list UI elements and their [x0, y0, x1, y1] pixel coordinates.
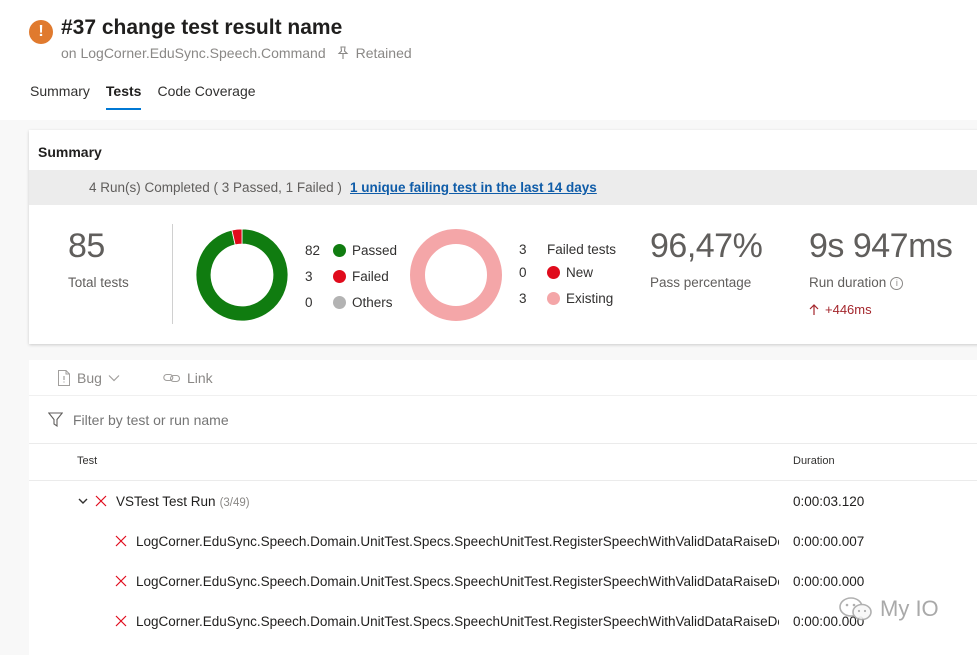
link-button-label: Link: [187, 370, 213, 386]
chevron-down-icon[interactable]: [78, 496, 88, 506]
passed-label: Passed: [352, 243, 398, 258]
runs-completed-text: 4 Run(s) Completed ( 3 Passed, 1 Failed …: [89, 180, 342, 195]
total-tests-value: 85: [68, 227, 105, 265]
others-dot-icon: [333, 296, 346, 309]
existing-label: Existing: [566, 291, 614, 306]
failed-x-icon: [115, 535, 127, 547]
test-run-name-wrap: VSTest Test Run (3/49): [116, 494, 250, 509]
info-icon[interactable]: i: [890, 276, 904, 290]
pin-icon: [337, 46, 348, 59]
failed-x-icon: [115, 575, 127, 587]
test-duration: 0:00:00.007: [793, 534, 865, 549]
run-status-bar: 4 Run(s) Completed ( 3 Passed, 1 Failed …: [29, 170, 977, 205]
legend-new: 0 New: [519, 265, 593, 280]
legend-existing: 3 Existing: [519, 291, 613, 306]
run-duration-label-wrap: Run duration i: [809, 275, 904, 290]
document-icon: [58, 370, 70, 386]
pass-percentage-value: 96,47%: [650, 227, 763, 265]
tab-code-coverage[interactable]: Code Coverage: [157, 83, 255, 110]
failed-tests-count: 3: [519, 242, 527, 257]
passed-count: 82: [305, 243, 321, 258]
test-name: LogCorner.EduSync.Speech.Domain.UnitTest…: [136, 614, 779, 629]
duration-delta-value: +446ms: [825, 302, 872, 317]
run-duration-value: 9s 947ms: [809, 227, 953, 265]
watermark: My IO: [838, 595, 939, 623]
column-header-duration[interactable]: Duration: [793, 455, 835, 467]
failed-x-icon: [115, 615, 127, 627]
test-run-row[interactable]: VSTest Test Run (3/49) 0:00:03.120: [29, 482, 977, 522]
others-label: Others: [352, 295, 393, 310]
page-header: ! #37 change test result name on LogCorn…: [0, 0, 977, 120]
test-name: LogCorner.EduSync.Speech.Domain.UnitTest…: [136, 534, 779, 549]
outcome-donut-chart: [195, 228, 289, 322]
link-button[interactable]: Link: [163, 370, 213, 386]
test-row[interactable]: LogCorner.EduSync.Speech.Domain.UnitTest…: [29, 522, 977, 562]
filter-icon: [48, 412, 63, 427]
existing-count: 3: [519, 291, 527, 306]
legend-passed: 82 Passed: [305, 243, 397, 258]
legend-failed-tests: 3 Failed tests: [519, 242, 616, 257]
run-duration-label: Run duration: [809, 275, 887, 290]
bug-button[interactable]: Bug: [57, 370, 120, 386]
pass-percentage-label: Pass percentage: [650, 275, 752, 290]
filter-input[interactable]: [73, 412, 573, 428]
warning-status-icon: !: [29, 20, 53, 44]
total-tests-label: Total tests: [68, 275, 129, 290]
failed-dot-icon: [333, 270, 346, 283]
test-run-count: (3/49): [219, 497, 250, 509]
summary-divider: [172, 224, 173, 324]
failed-tests-label: Failed tests: [547, 242, 617, 257]
summary-card: Summary 4 Run(s) Completed ( 3 Passed, 1…: [29, 130, 977, 344]
passed-dot-icon: [333, 244, 346, 257]
chevron-down-icon: [108, 375, 120, 382]
others-count: 0: [305, 295, 313, 310]
page-title: #37 change test result name: [61, 16, 343, 39]
wechat-logo-icon: [839, 597, 872, 621]
watermark-text: My IO: [880, 596, 939, 621]
arrow-up-icon: [809, 303, 819, 315]
test-name: LogCorner.EduSync.Speech.Domain.UnitTest…: [136, 574, 779, 589]
test-run-duration: 0:00:03.120: [793, 494, 865, 509]
tab-bar: Summary Tests Code Coverage: [30, 83, 256, 110]
toolbar: Bug Link: [29, 360, 977, 396]
test-run-name: VSTest Test Run: [116, 494, 216, 509]
duration-delta: +446ms: [809, 302, 872, 317]
tests-card: Bug Link Test Duration VSTest Test: [29, 360, 977, 655]
tab-tests[interactable]: Tests: [105, 83, 141, 110]
new-label: New: [566, 265, 594, 280]
header-divider: [29, 480, 977, 481]
test-duration: 0:00:00.000: [793, 574, 865, 589]
retained-label: Retained: [355, 45, 412, 61]
failed-x-icon: [95, 495, 107, 507]
tab-summary[interactable]: Summary: [30, 83, 90, 110]
failing-tests-link[interactable]: 1 unique failing test in the last 14 day…: [350, 180, 597, 195]
existing-dot-icon: [547, 292, 560, 305]
link-icon: [163, 373, 181, 383]
legend-failed: 3 Failed: [305, 269, 389, 284]
failures-donut-chart: [410, 229, 502, 321]
test-row[interactable]: LogCorner.EduSync.Speech.Domain.UnitTest…: [29, 562, 977, 602]
new-dot-icon: [547, 266, 560, 279]
column-header-test[interactable]: Test: [77, 455, 97, 467]
pipeline-subtitle: on LogCorner.EduSync.Speech.Command Reta…: [61, 45, 412, 61]
summary-title: Summary: [38, 144, 102, 160]
bug-button-label: Bug: [77, 370, 102, 386]
failed-count: 3: [305, 269, 313, 284]
test-row[interactable]: LogCorner.EduSync.Speech.Domain.UnitTest…: [29, 602, 977, 642]
failed-label: Failed: [352, 269, 389, 284]
legend-others: 0 Others: [305, 295, 393, 310]
filter-bar: [29, 396, 977, 444]
pipeline-name[interactable]: on LogCorner.EduSync.Speech.Command: [61, 45, 326, 61]
existing-slice: [410, 229, 502, 321]
new-count: 0: [519, 265, 527, 280]
